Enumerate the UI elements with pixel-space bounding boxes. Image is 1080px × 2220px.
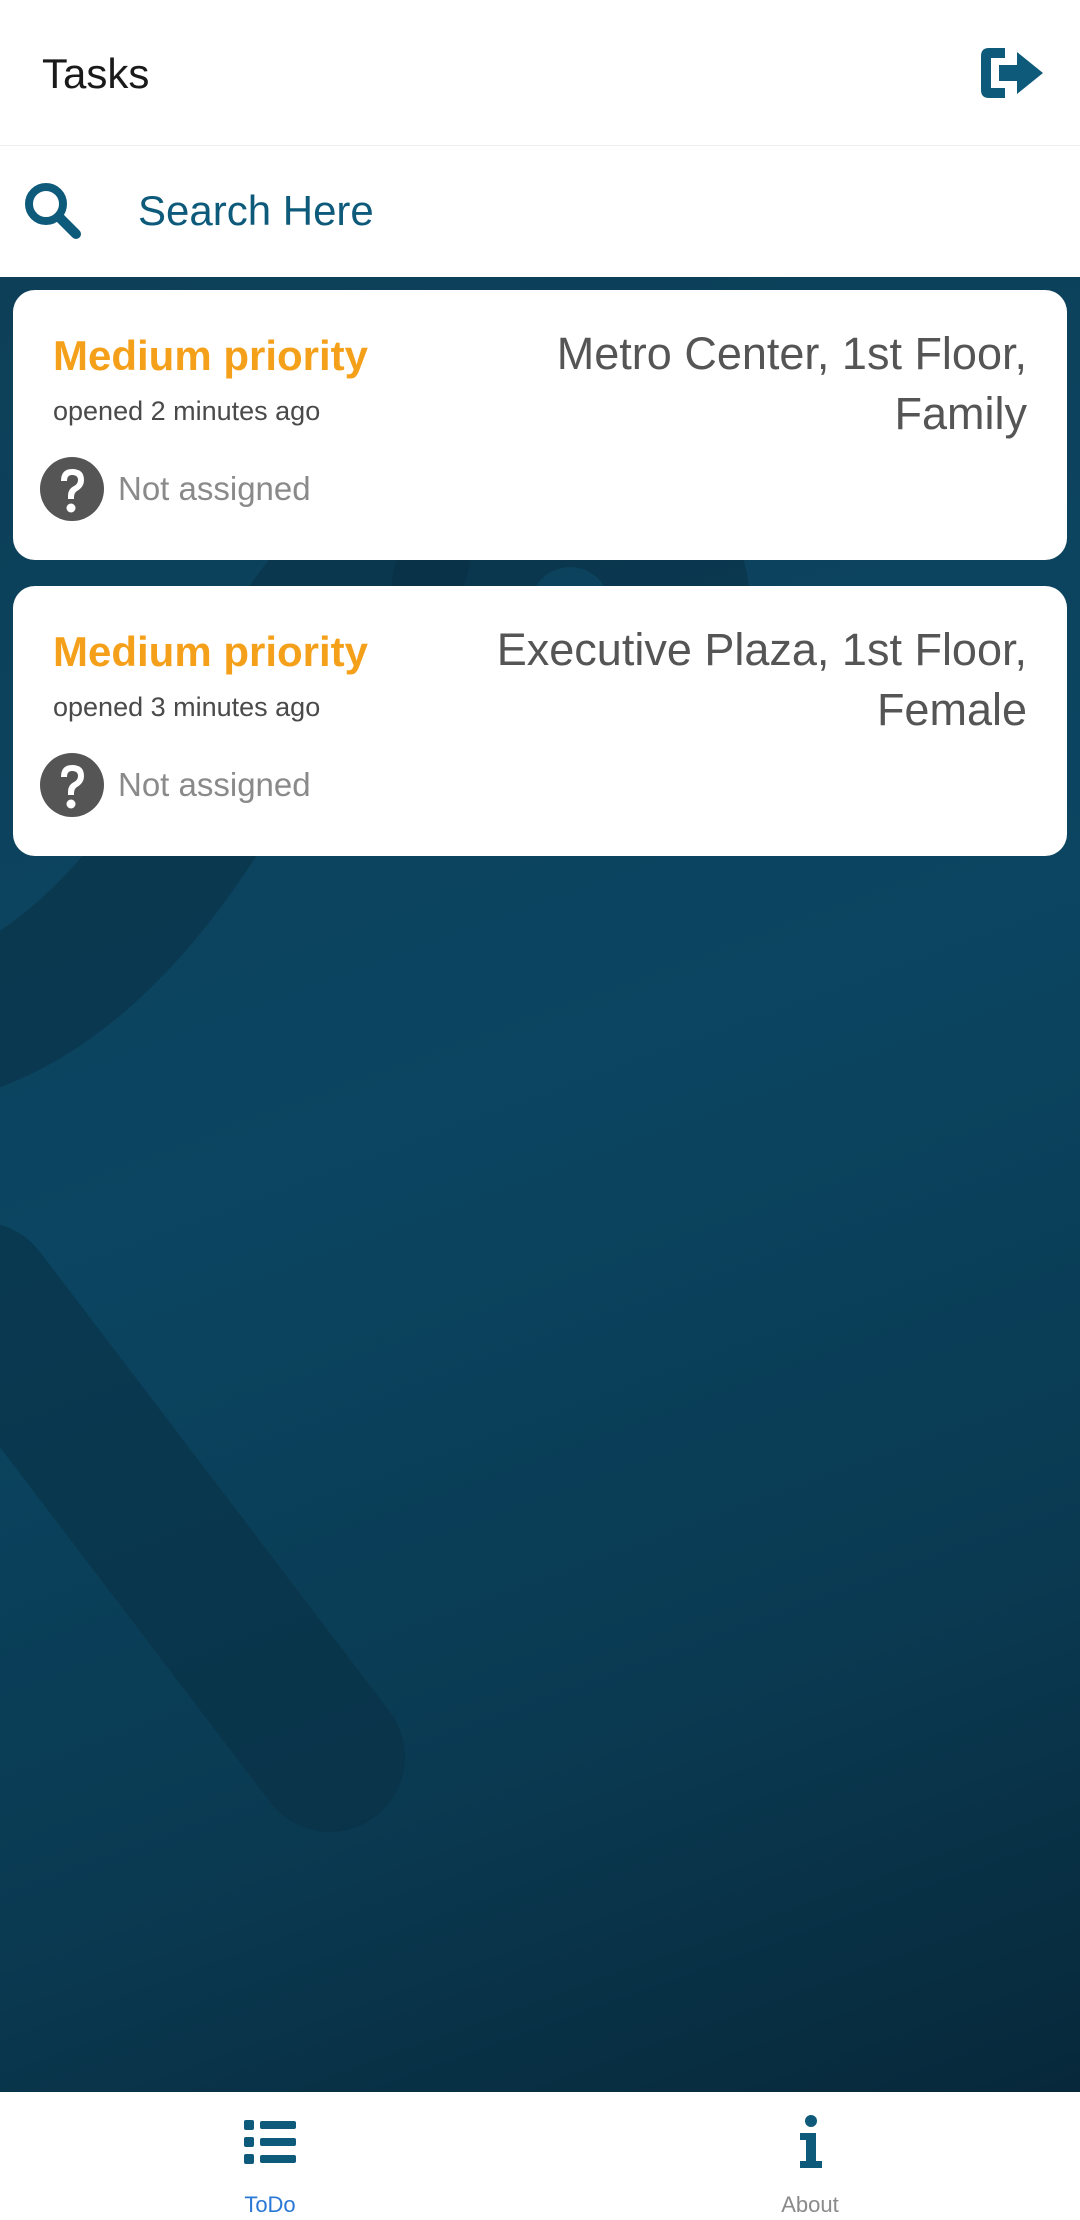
task-opened-time: opened 3 minutes ago xyxy=(53,692,321,722)
task-opened-time: opened 2 minutes ago xyxy=(53,396,321,426)
task-assignee: Not assigned xyxy=(118,766,311,803)
tab-todo-label: ToDo xyxy=(244,2192,296,2217)
task-assignee: Not assigned xyxy=(118,470,311,507)
bottom-nav: ToDo About xyxy=(0,2092,1080,2220)
task-location: Executive Plaza, 1st Floor, Female xyxy=(496,624,1027,735)
list-icon xyxy=(244,2120,296,2164)
search-input[interactable] xyxy=(138,176,1038,246)
task-priority: Medium priority xyxy=(53,628,369,675)
tab-todo[interactable]: ToDo xyxy=(0,2092,540,2220)
search-bar xyxy=(0,146,1080,277)
app-header: Tasks xyxy=(0,0,1080,146)
task-card[interactable]: Medium priority opened 3 minutes ago Exe… xyxy=(13,586,1067,856)
tab-about[interactable]: About xyxy=(540,2092,1080,2220)
question-circle-icon xyxy=(40,753,104,817)
logout-button[interactable] xyxy=(974,38,1050,108)
page-title: Tasks xyxy=(42,50,150,97)
logout-icon xyxy=(981,48,1043,98)
task-location: Metro Center, 1st Floor, Family xyxy=(556,328,1027,439)
info-icon xyxy=(800,2115,822,2168)
search-icon[interactable] xyxy=(22,180,82,240)
task-card[interactable]: Medium priority opened 2 minutes ago Met… xyxy=(13,290,1067,560)
question-circle-icon xyxy=(40,457,104,521)
task-priority: Medium priority xyxy=(53,332,369,379)
tab-about-label: About xyxy=(781,2192,839,2217)
